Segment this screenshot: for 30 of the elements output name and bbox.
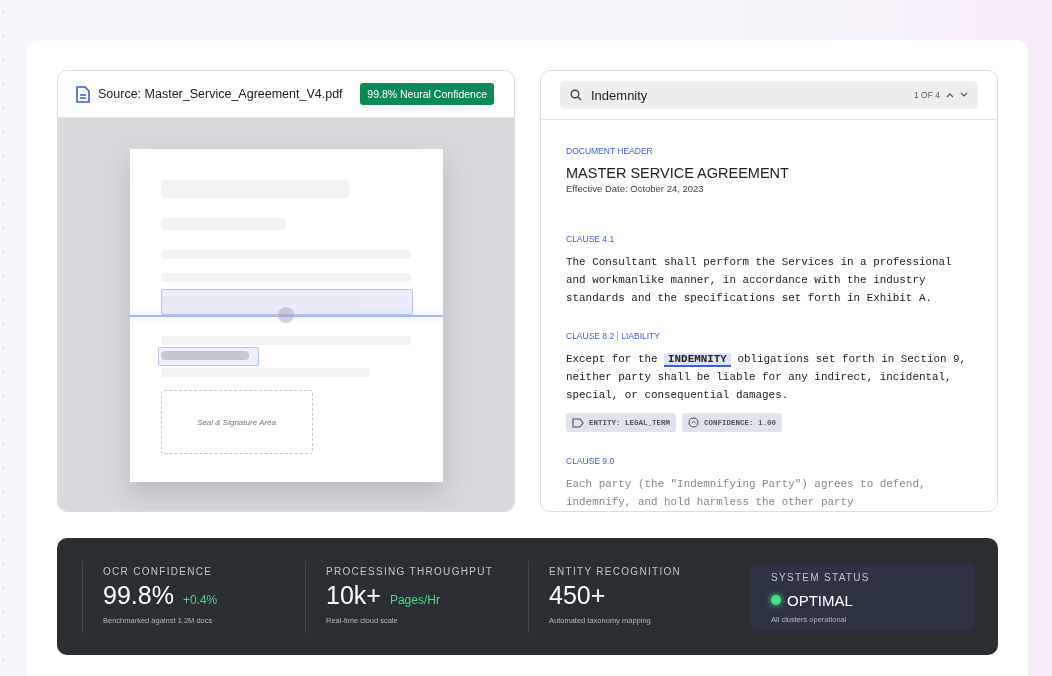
status-value: OPTIMAL bbox=[787, 591, 853, 609]
gauge-icon bbox=[688, 417, 699, 428]
clause-text: Each party (the "Indemnifying Party") agrees to defend, indemnify, and hold harmless the other party bbox=[566, 477, 927, 510]
chevron-down-icon[interactable] bbox=[960, 92, 968, 98]
stat-label: OCR CONFIDENCE bbox=[103, 565, 214, 577]
source-filename: Source: Master_Service_Agreement_V4.pdf bbox=[98, 87, 344, 101]
section-label: DOCUMENT HEADER bbox=[566, 146, 654, 156]
chevron-up-icon[interactable] bbox=[946, 92, 954, 98]
search-icon bbox=[570, 89, 582, 101]
stat-value: 450+ bbox=[549, 580, 606, 610]
clause-label: CLAUSE 8.2 LIABILITY bbox=[566, 331, 661, 341]
clause-text: Except for the INDEMNITY obligations set forth in Section 9, neither party shall be liable for any indirect, incidental, special, or consequential damages. bbox=[566, 352, 968, 403]
stat-label: ENTITY RECOGNITION bbox=[549, 565, 683, 577]
clause-label: CLAUSE 9.0 bbox=[566, 456, 616, 466]
clause-label: CLAUSE 4.1 bbox=[566, 234, 616, 244]
document-icon bbox=[76, 85, 90, 103]
stat-delta: +0.4% bbox=[182, 592, 218, 607]
stat-label: SYSTEM STATUS bbox=[771, 571, 871, 583]
stat-value: 10k+ bbox=[326, 580, 381, 610]
tag-icon bbox=[572, 417, 584, 428]
document-title: MASTER SERVICE AGREEMENT bbox=[566, 165, 790, 181]
confidence-badge: 99.8% Neural Confidence bbox=[360, 83, 494, 105]
clause-text: The Consultant shall perform the Services in a professional and workmanlike manner, in accordance with the industry standards and the specifications set forth in Exhibit A. bbox=[566, 255, 953, 306]
stat-value: 99.8% bbox=[103, 580, 174, 610]
stat-label: PROCESSING THROUGHPUT bbox=[326, 565, 495, 577]
match-count: 1 OF 4 bbox=[914, 90, 940, 100]
signature-label: Seal & Signature Area bbox=[197, 417, 276, 427]
scan-handle[interactable] bbox=[277, 307, 294, 323]
effective-date: Effective Date: October 24, 2023 bbox=[566, 183, 705, 194]
stat-delta: Pages/Hr bbox=[389, 592, 440, 607]
